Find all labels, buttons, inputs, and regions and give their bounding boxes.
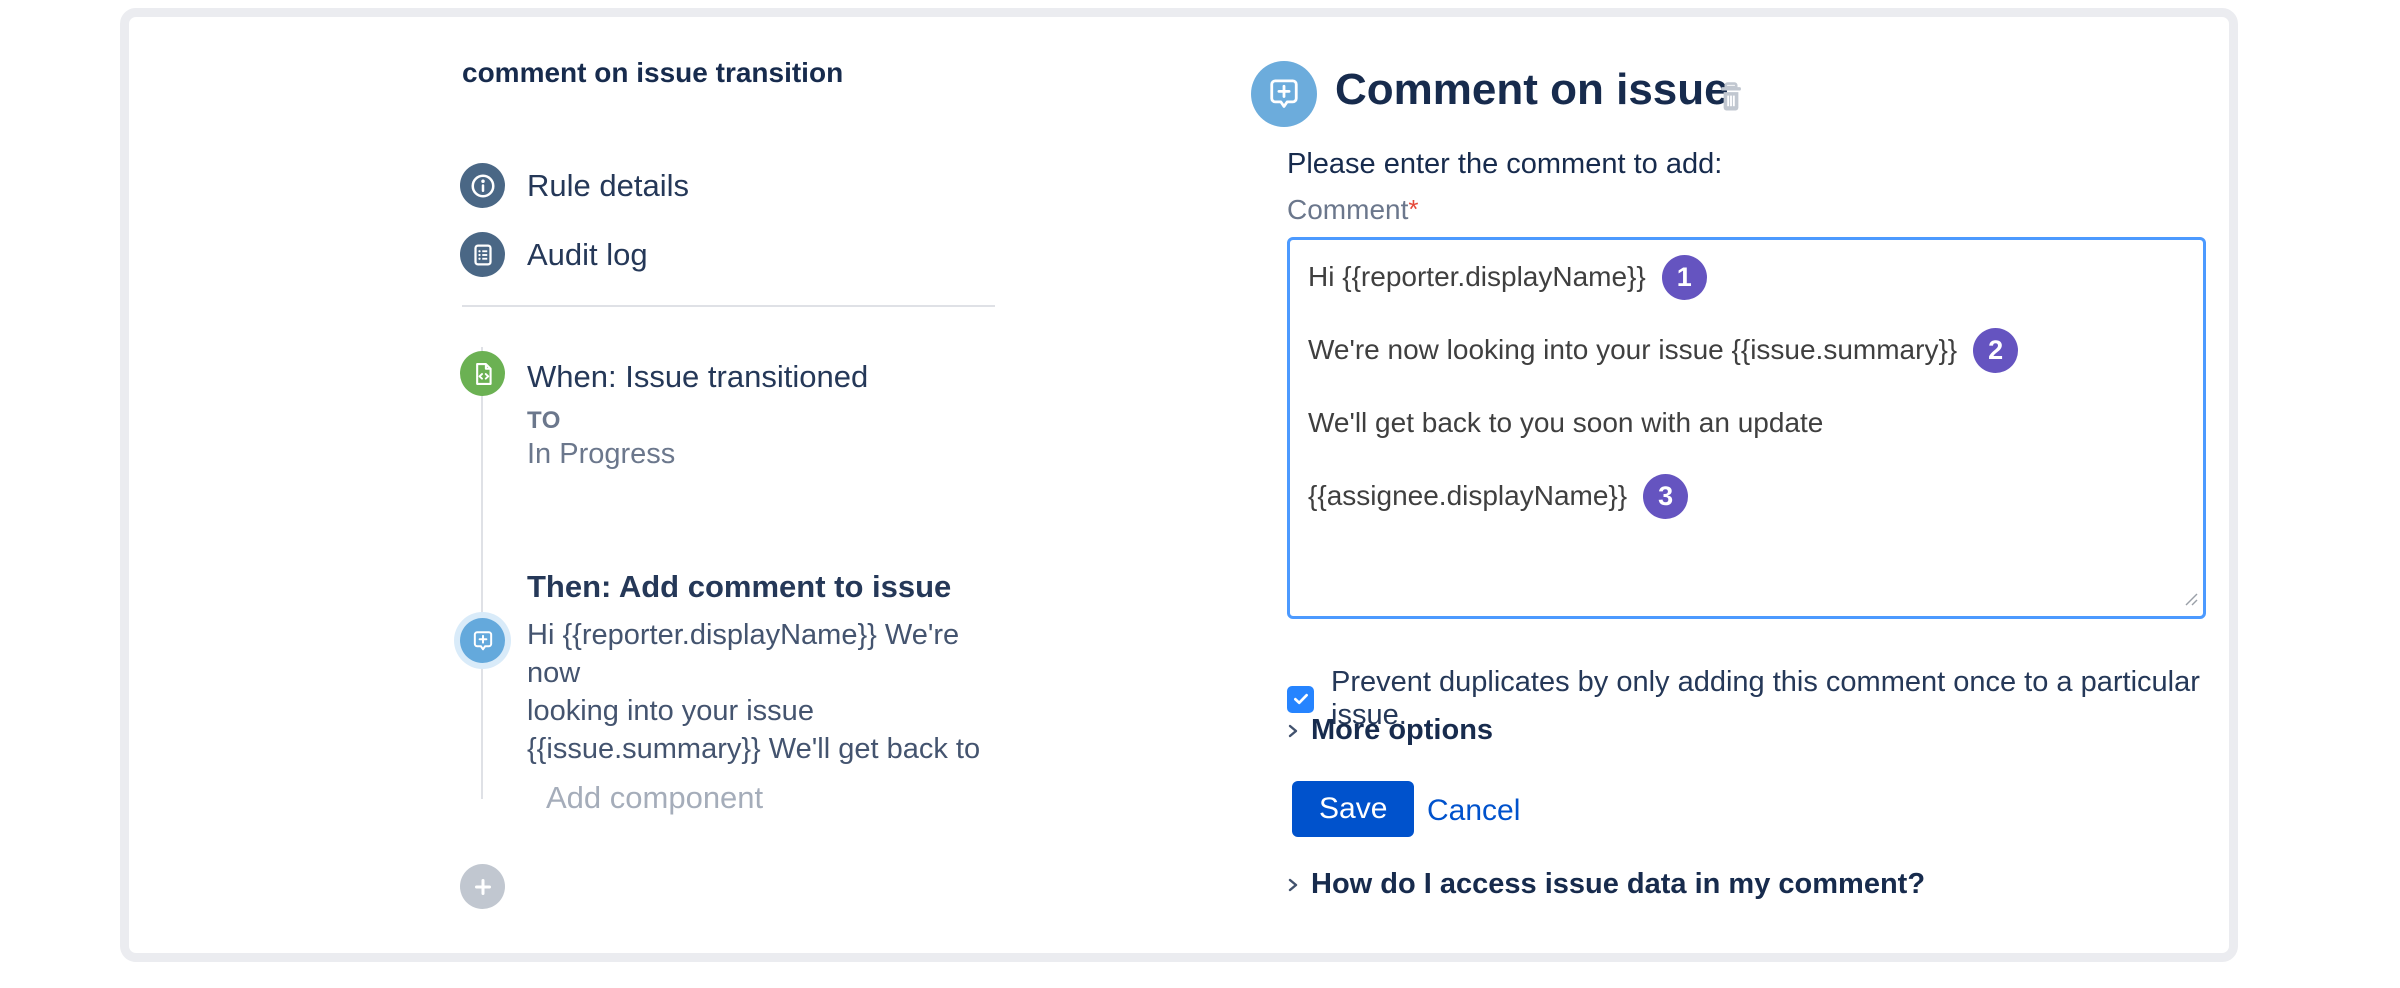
- rule-chain-connector: [481, 347, 483, 799]
- cancel-button[interactable]: Cancel: [1427, 794, 1520, 828]
- trash-icon: [1714, 78, 1748, 116]
- then-step-preview[interactable]: Hi {{reporter.displayName}} We're now lo…: [527, 616, 1007, 768]
- comment-line: We're now looking into your issue {{issu…: [1308, 329, 2185, 371]
- add-comment-step-icon[interactable]: [460, 618, 505, 663]
- textarea-resize-handle[interactable]: [2180, 588, 2200, 613]
- automation-rule-editor: comment on issue transition Rule details: [0, 0, 2400, 988]
- comment-textarea[interactable]: Hi {{reporter.displayName}} 1 We're now …: [1287, 237, 2206, 619]
- save-button[interactable]: Save: [1292, 781, 1414, 837]
- preview-line: looking into your issue: [527, 692, 1007, 730]
- add-component-label[interactable]: Add component: [546, 780, 763, 816]
- preview-line: Hi {{reporter.displayName}} We're now: [527, 616, 1007, 692]
- delete-action-button[interactable]: [1711, 75, 1751, 119]
- prevent-duplicates-checkbox[interactable]: [1287, 686, 1314, 713]
- when-step-title[interactable]: When: Issue transitioned: [527, 359, 868, 395]
- more-options-toggle[interactable]: More options: [1285, 714, 1493, 747]
- preview-line: {{issue.summary}} We'll get back to: [527, 730, 1007, 768]
- comment-line: We'll get back to you soon with an updat…: [1308, 402, 2185, 444]
- help-disclosure-link[interactable]: How do I access issue data in my comment…: [1285, 868, 1925, 901]
- when-to-value: In Progress: [527, 438, 675, 471]
- smart-value-badge-1: 1: [1662, 255, 1707, 300]
- add-component-plus-icon[interactable]: [460, 864, 505, 909]
- page-title: Comment on issue: [1335, 65, 1729, 115]
- comment-field-label: Comment*: [1287, 194, 1419, 226]
- comment-line: {{assignee.displayName}} 3: [1308, 475, 2185, 517]
- sidebar-item-rule-details[interactable]: Rule details: [460, 163, 689, 208]
- comment-on-issue-icon: [1251, 61, 1317, 127]
- sidebar-item-audit-log[interactable]: Audit log: [460, 232, 648, 277]
- smart-value-badge-3: 3: [1643, 474, 1688, 519]
- comment-line: Hi {{reporter.displayName}} 1: [1308, 256, 2185, 298]
- then-step-title[interactable]: Then: Add comment to issue: [527, 569, 951, 605]
- chevron-right-icon: [1285, 719, 1301, 743]
- sidebar-item-label: Rule details: [527, 168, 689, 204]
- smart-value-badge-2: 2: [1973, 328, 2018, 373]
- issue-transitioned-icon[interactable]: [460, 351, 505, 396]
- when-to-label: TO: [527, 407, 561, 435]
- rule-editor-card: comment on issue transition Rule details: [120, 8, 2238, 962]
- form-subtitle: Please enter the comment to add:: [1287, 148, 1722, 181]
- sidebar-item-label: Audit log: [527, 237, 648, 273]
- required-asterisk: *: [1408, 194, 1418, 224]
- sidebar-divider: [462, 305, 995, 307]
- check-icon: [1292, 690, 1310, 708]
- audit-log-icon: [460, 232, 505, 277]
- rule-name: comment on issue transition: [462, 57, 843, 89]
- info-icon: [460, 163, 505, 208]
- chevron-right-icon: [1285, 873, 1301, 897]
